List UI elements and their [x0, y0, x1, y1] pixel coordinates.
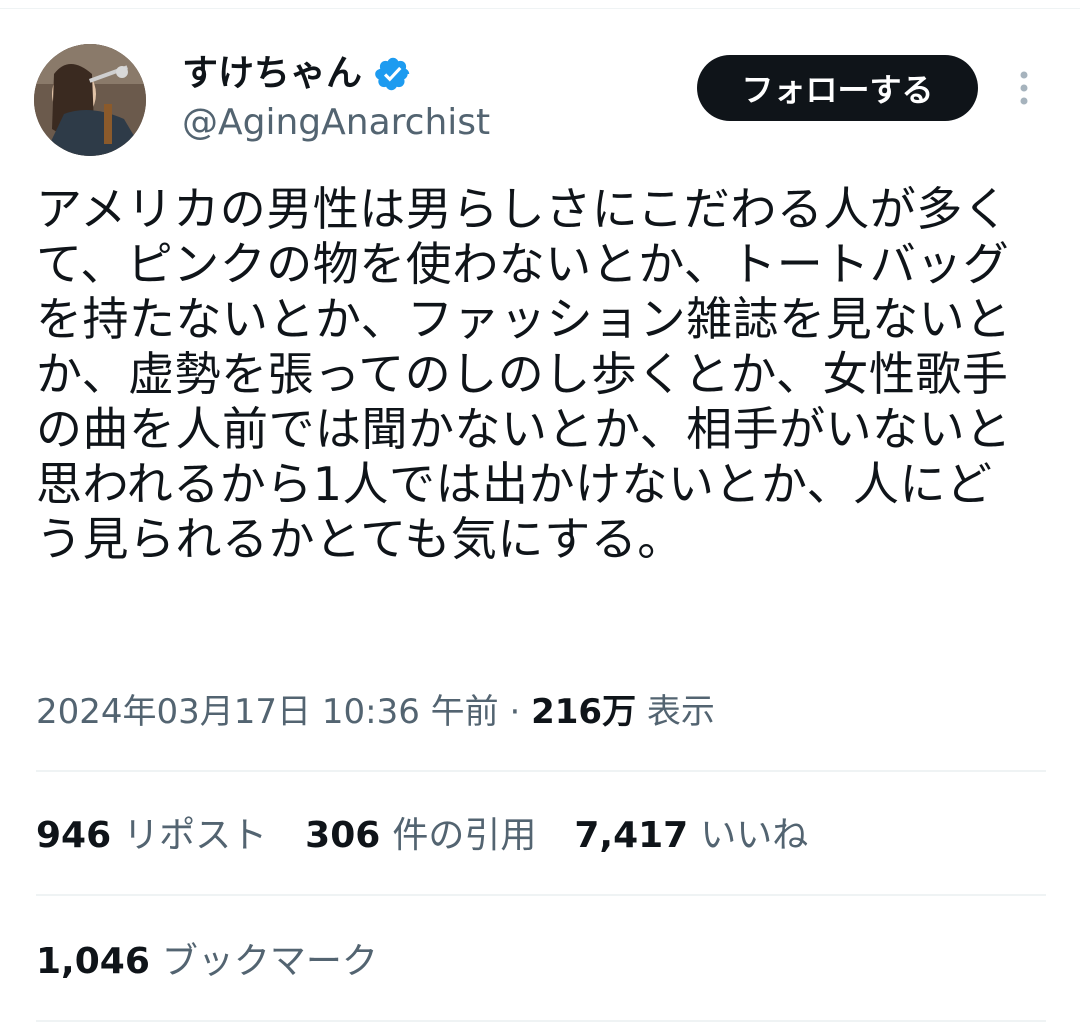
bookmarks-stat[interactable]: 1,046 ブックマーク: [36, 936, 378, 988]
display-name[interactable]: すけちゃん: [182, 50, 362, 98]
quotes-stat[interactable]: 306 件の引用: [305, 810, 536, 862]
tweet-text-line: 思われるから1人では出かけないとか、人にど: [36, 457, 993, 511]
user-handle[interactable]: @AgingAnarchist: [182, 100, 490, 146]
bookmarks-label: ブックマーク: [161, 941, 378, 982]
divider: [36, 1020, 1046, 1022]
tweet-meta: 2024年03月17日 10:36 午前 · 216万 表示: [36, 686, 715, 738]
reposts-count: 946: [36, 815, 112, 856]
more-options-icon[interactable]: [1006, 68, 1042, 108]
tweet-text-line: を持たないとか、ファッション雑誌を見ないと: [36, 292, 1012, 346]
bookmarks-count: 1,046: [36, 941, 150, 982]
likes-stat[interactable]: 7,417 いいね: [574, 810, 808, 862]
tweet-text: アメリカの男性は男らしさにこだわる人が多く て、ピンクの物を使わないとか、トート…: [36, 182, 1056, 567]
tweet-text-line: か、虚勢を張ってのしのし歩くとか、女性歌手: [36, 347, 1009, 401]
meta-separator: ·: [509, 692, 521, 732]
quotes-count: 306: [305, 815, 381, 856]
tweet-text-line: て、ピンクの物を使わないとか、トートバッグ: [36, 237, 1010, 291]
author-row: すけちゃん: [182, 50, 412, 98]
divider: [36, 894, 1046, 896]
reposts-stat[interactable]: 946 リポスト: [36, 810, 267, 862]
quotes-label: 件の引用: [392, 815, 537, 856]
engagement-stats: 946 リポスト 306 件の引用 7,417 いいね: [36, 810, 846, 862]
reposts-label: リポスト: [123, 815, 268, 856]
top-divider: [0, 8, 1080, 9]
follow-button[interactable]: フォローする: [697, 55, 978, 121]
tweet-text-line: う見られるかとても気にする。: [36, 512, 684, 566]
tweet-text-line: アメリカの男性は男らしさにこだわる人が多く: [36, 182, 1010, 236]
tweet-text-line: の曲を人前では聞かないとか、相手がいないと: [36, 402, 1012, 456]
divider: [36, 770, 1046, 772]
views-count: 216万: [531, 692, 637, 732]
bookmarks-stat-inner: 1,046 ブックマーク: [36, 936, 378, 988]
likes-label: いいね: [700, 815, 809, 856]
avatar[interactable]: [34, 44, 146, 156]
verified-badge-icon: [374, 55, 412, 93]
views-label: 表示: [646, 692, 715, 732]
likes-count: 7,417: [574, 815, 689, 856]
tweet-timestamp[interactable]: 2024年03月17日 10:36 午前: [36, 692, 499, 732]
